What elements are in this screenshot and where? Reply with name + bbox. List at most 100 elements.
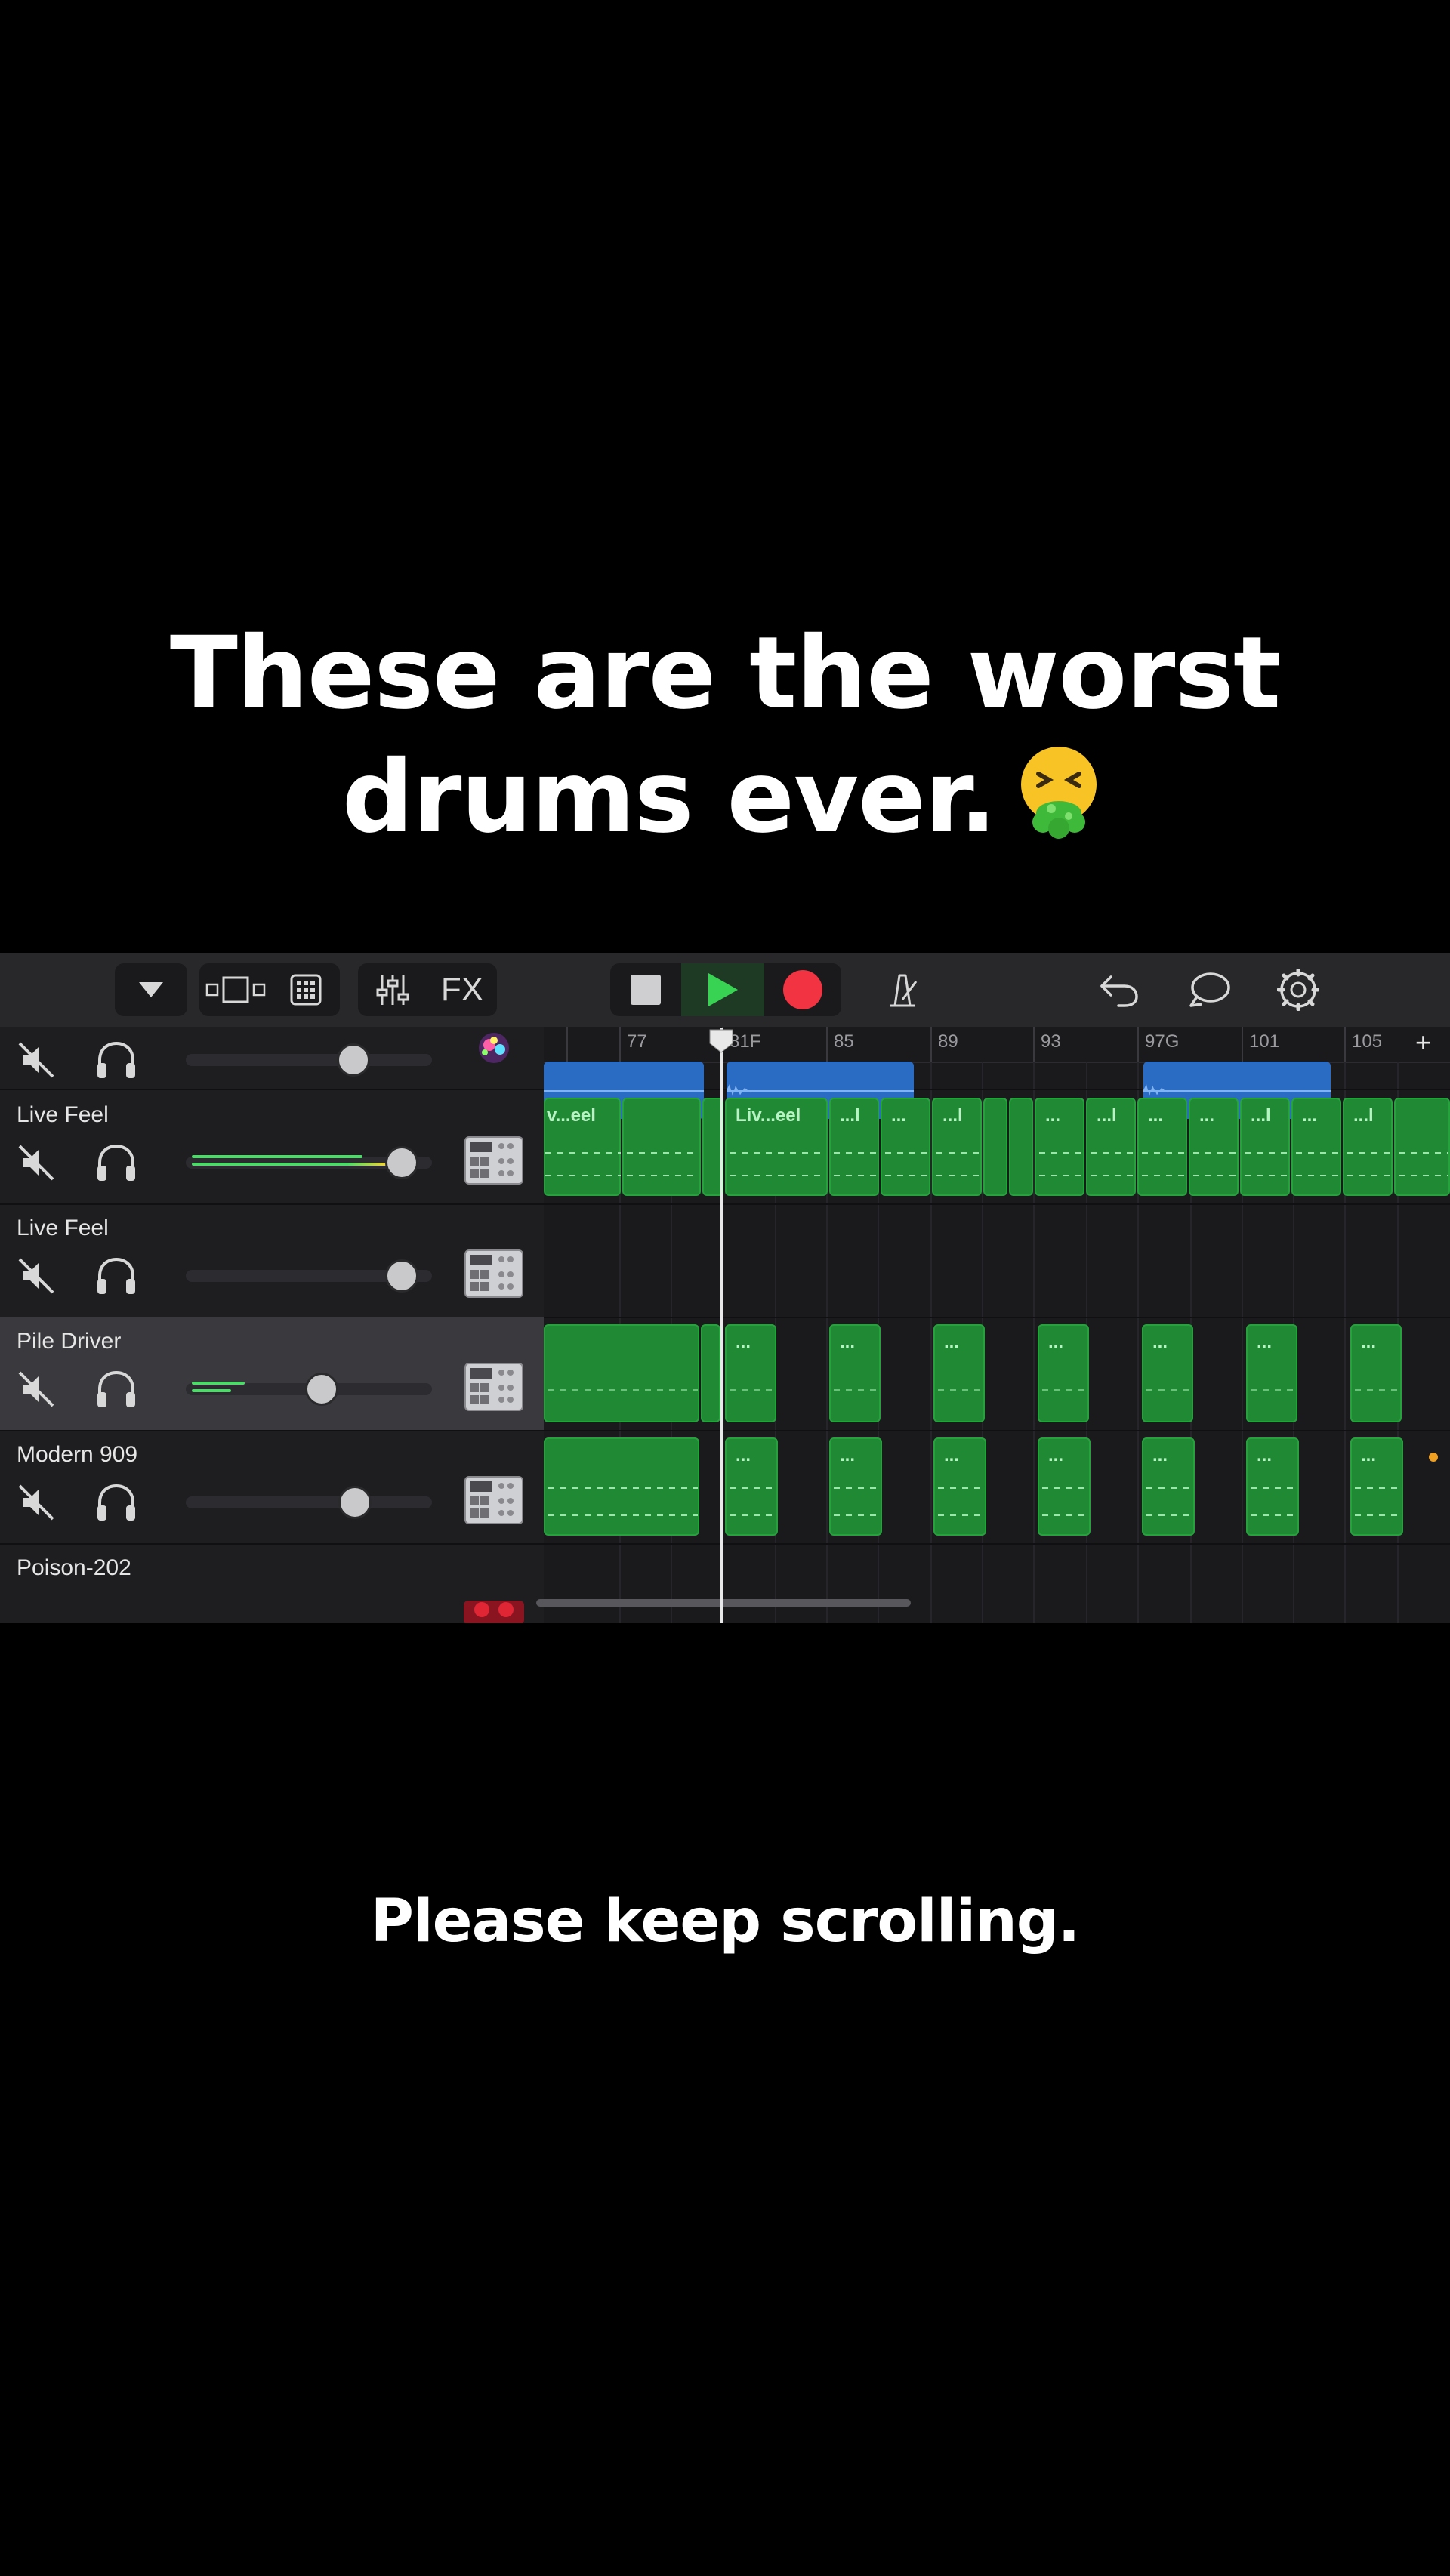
caption-top-line1: These are the worst <box>169 615 1281 732</box>
region-pattern <box>1251 1389 1296 1391</box>
headphones-icon[interactable] <box>95 1370 137 1409</box>
drummer-region[interactable]: ... <box>829 1437 882 1536</box>
region-pattern <box>1042 1487 1089 1489</box>
drummer-region[interactable]: ... <box>1246 1324 1297 1422</box>
drum-machine-icon[interactable] <box>464 1362 524 1412</box>
drum-machine-icon[interactable] <box>464 1249 524 1299</box>
drummer-region[interactable]: ... <box>1350 1437 1403 1536</box>
synth-instrument-icon[interactable] <box>464 1595 524 1623</box>
headphones-icon[interactable] <box>95 1143 137 1182</box>
volume-knob[interactable] <box>305 1373 338 1406</box>
track-header[interactable]: Poison-202 <box>0 1543 544 1623</box>
region-label: ... <box>1257 1332 1273 1352</box>
drummer-region[interactable] <box>622 1098 701 1196</box>
mute-icon[interactable] <box>17 1143 56 1182</box>
region-label: ...l <box>1097 1105 1117 1126</box>
drummer-region[interactable]: ...l <box>932 1098 982 1196</box>
region-pattern <box>938 1514 985 1516</box>
headphones-icon[interactable] <box>95 1256 137 1296</box>
region-label: ... <box>1048 1332 1064 1352</box>
drummer-region[interactable]: ... <box>1038 1437 1091 1536</box>
volume-knob[interactable] <box>385 1259 418 1293</box>
region-label: ... <box>1361 1445 1377 1465</box>
caption-bottom: Please keep scrolling. <box>370 1887 1080 1955</box>
region-pattern <box>834 1389 879 1391</box>
drummer-region[interactable] <box>1394 1098 1450 1196</box>
mute-icon[interactable] <box>17 1040 56 1080</box>
volume-knob[interactable] <box>385 1146 418 1179</box>
mute-icon[interactable] <box>17 1256 56 1296</box>
headphones-icon[interactable] <box>95 1040 137 1080</box>
track-header[interactable]: Live Feel <box>0 1090 544 1205</box>
drummer-region[interactable]: ... <box>1189 1098 1239 1196</box>
drummer-region[interactable]: ... <box>1291 1098 1341 1196</box>
drummer-region[interactable]: ... <box>829 1324 881 1422</box>
track-name: Modern 909 <box>17 1442 138 1467</box>
playhead[interactable] <box>720 1028 723 1623</box>
region-pattern <box>1039 1175 1083 1176</box>
region-label: ... <box>944 1445 960 1465</box>
region-pattern <box>730 1514 776 1516</box>
volume-knob[interactable] <box>338 1486 372 1519</box>
region-pattern <box>1146 1487 1193 1489</box>
region-pattern <box>1142 1175 1186 1176</box>
drummer-region[interactable]: v...eel <box>544 1098 621 1196</box>
drummer-region[interactable]: ... <box>933 1324 985 1422</box>
volume-knob[interactable] <box>337 1043 370 1077</box>
drummer-region[interactable]: ... <box>1350 1324 1402 1422</box>
region-label: ... <box>891 1105 907 1126</box>
region-pattern <box>1245 1175 1288 1176</box>
region-pattern <box>834 1152 878 1154</box>
sparkle-instrument-icon[interactable] <box>464 1030 524 1080</box>
region-label: ...l <box>1353 1105 1374 1126</box>
headphones-icon[interactable] <box>95 1483 137 1522</box>
drummer-region[interactable]: ... <box>1137 1098 1187 1196</box>
drummer-region[interactable]: ... <box>725 1324 776 1422</box>
region-pattern <box>1399 1152 1448 1154</box>
drummer-region[interactable]: ... <box>933 1437 986 1536</box>
region-label: ...l <box>1251 1105 1271 1126</box>
track-header[interactable] <box>0 975 544 1090</box>
region-pattern <box>834 1514 881 1516</box>
drummer-region[interactable] <box>544 1324 699 1422</box>
drummer-region[interactable]: ... <box>1035 1098 1084 1196</box>
volume-slider[interactable] <box>186 1054 432 1066</box>
mute-icon[interactable] <box>17 1483 56 1522</box>
drummer-region[interactable]: ...l <box>1240 1098 1290 1196</box>
playhead-handle-icon[interactable] <box>708 1028 734 1054</box>
drummer-region[interactable]: ...l <box>1086 1098 1136 1196</box>
caption-top-line2-text: drums ever. <box>341 739 997 855</box>
drummer-region[interactable]: ... <box>1038 1324 1089 1422</box>
timeline-area[interactable]: 77 81F 85 89 93 97G 101 105 + v...eel Li… <box>544 1027 1450 1623</box>
marker-dot <box>1429 1453 1438 1462</box>
drummer-region[interactable]: ...l <box>1343 1098 1393 1196</box>
region-pattern <box>1042 1514 1089 1516</box>
drummer-region[interactable]: ... <box>1246 1437 1299 1536</box>
drummer-region[interactable] <box>1009 1098 1033 1196</box>
mute-icon[interactable] <box>17 1370 56 1409</box>
drummer-region[interactable]: ... <box>725 1437 778 1536</box>
drum-machine-icon[interactable] <box>464 1475 524 1525</box>
track-lane <box>544 1203 1450 1318</box>
volume-slider[interactable] <box>186 1496 432 1508</box>
horizontal-scrollbar[interactable] <box>536 1599 911 1607</box>
region-pattern <box>730 1389 775 1391</box>
drum-machine-icon[interactable] <box>464 1135 524 1185</box>
track-header[interactable]: Modern 909 <box>0 1430 544 1545</box>
drummer-region[interactable]: ... <box>881 1098 930 1196</box>
track-header-selected[interactable]: Pile Driver <box>0 1317 544 1431</box>
region-pattern <box>1296 1175 1340 1176</box>
track-lane: v...eel Liv...eel ...l ... ...l ... ...l… <box>544 1090 1450 1205</box>
level-meter <box>192 1155 362 1158</box>
drummer-region[interactable] <box>983 1098 1007 1196</box>
region-pattern <box>1091 1152 1134 1154</box>
drummer-region[interactable]: ... <box>1142 1324 1193 1422</box>
drummer-region[interactable]: ...l <box>829 1098 879 1196</box>
drummer-region[interactable] <box>544 1437 699 1536</box>
track-header[interactable]: Live Feel <box>0 1203 544 1318</box>
drummer-region[interactable]: Liv...eel <box>725 1098 828 1196</box>
drummer-region[interactable] <box>701 1324 720 1422</box>
drummer-region[interactable]: ... <box>1142 1437 1195 1536</box>
region-pattern <box>1399 1175 1448 1176</box>
region-pattern <box>1146 1389 1192 1391</box>
